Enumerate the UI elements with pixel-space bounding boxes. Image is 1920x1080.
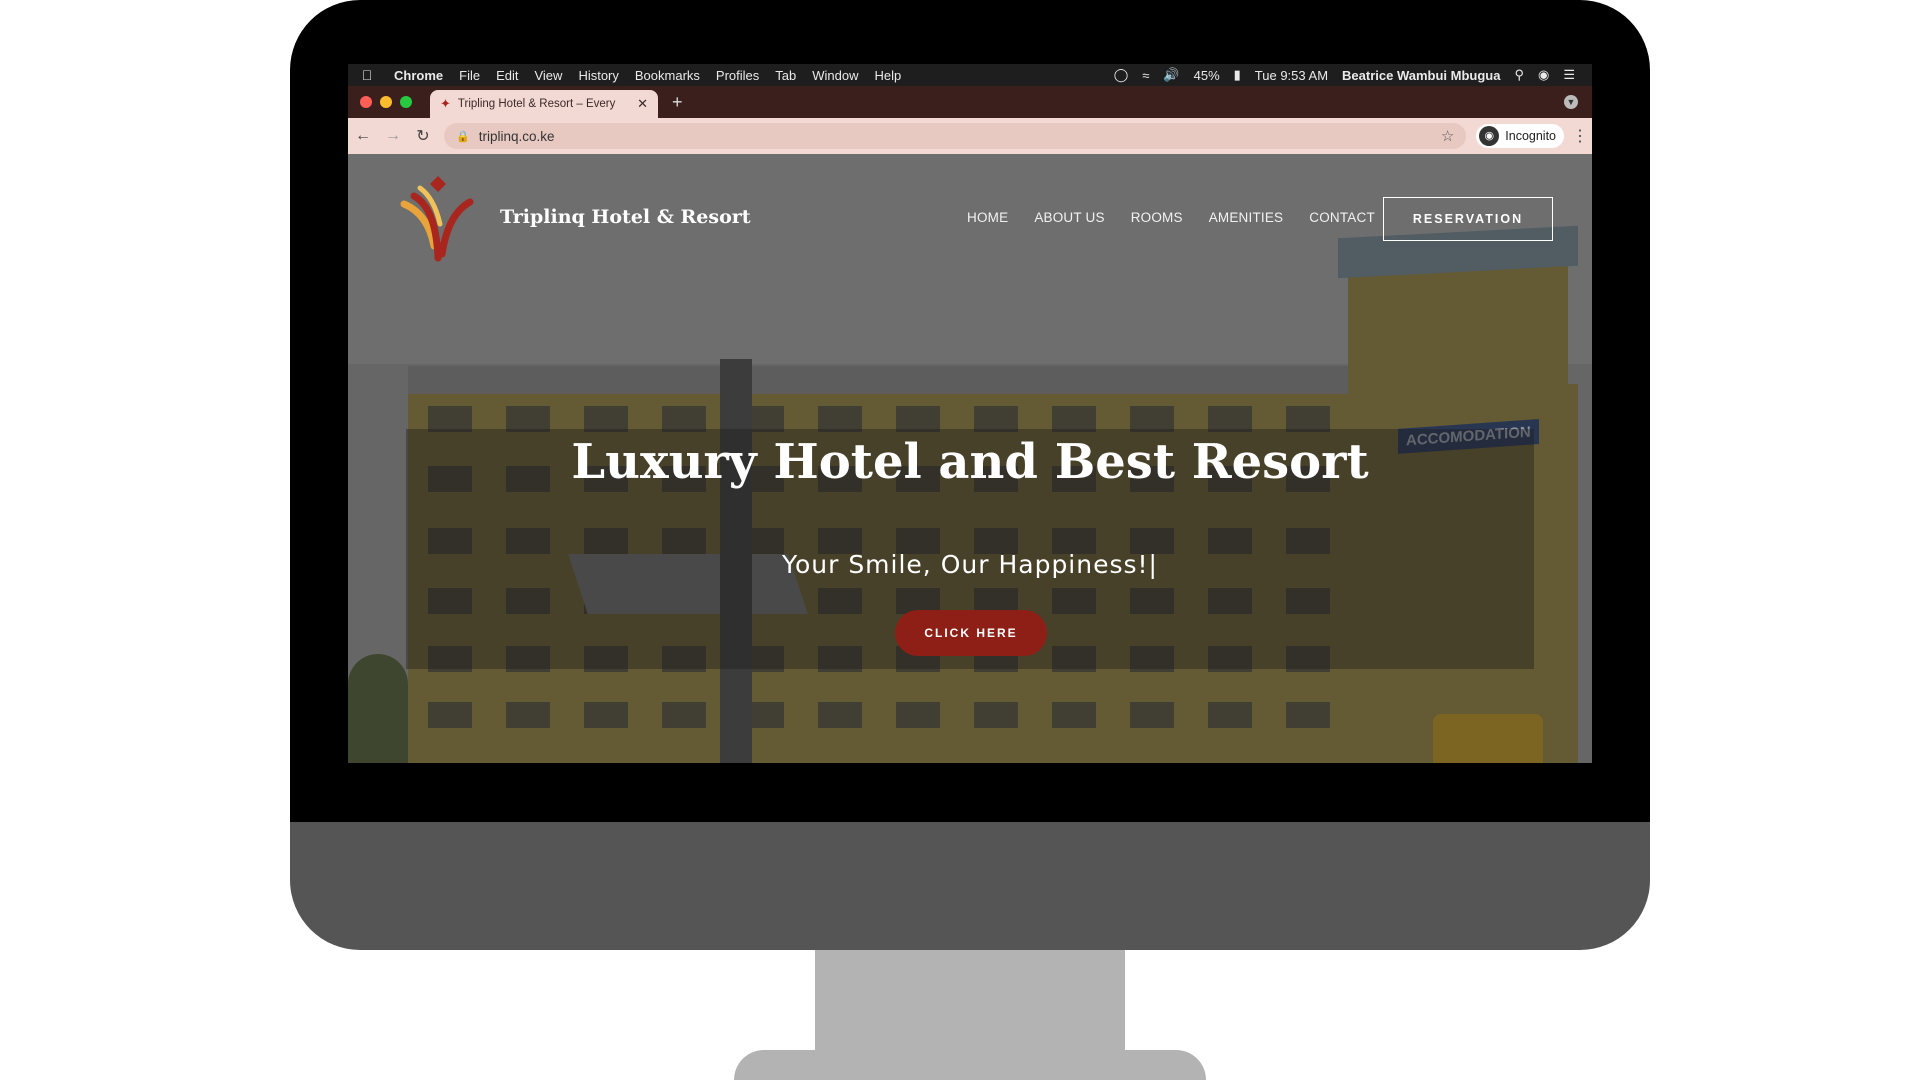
hero-subtitle: Your Smile, Our Happiness!| [782,550,1158,579]
monitor-chin [290,822,1650,950]
user-name[interactable]: Beatrice Wambui Mbugua [1335,68,1507,83]
menu-history[interactable]: History [570,68,626,83]
lock-icon[interactable]: 🔒 [456,130,470,143]
browser-menu-icon[interactable]: ⋮ [1568,126,1592,146]
screen:  Chrome File Edit View History Bookmark… [348,64,1592,763]
hotel-logo-icon[interactable] [398,174,478,264]
tab-active[interactable]: ✦ Tripling Hotel & Resort – Every ✕ [430,90,658,118]
back-button[interactable]: ← [348,127,378,145]
reservation-button[interactable]: RESERVATION [1383,197,1553,241]
menu-profiles[interactable]: Profiles [708,68,767,83]
clock[interactable]: Tue 9:53 AM [1248,68,1335,83]
close-window-button[interactable] [360,96,372,108]
control-center-icon[interactable]: ☰ [1556,67,1582,83]
tab-title: Tripling Hotel & Resort – Every [457,98,616,110]
tab-close-icon[interactable]: ✕ [637,96,648,112]
menu-bookmarks[interactable]: Bookmarks [627,68,708,83]
web-page: ACCOMODATION Triplinq Hotel & Resort HOM… [348,154,1592,763]
battery-icon[interactable]: ▮ [1227,67,1248,83]
volume-icon[interactable]: 🔊 [1156,67,1186,83]
tab-search-icon[interactable]: ▼ [1564,95,1578,109]
window-controls [348,96,424,108]
click-here-button[interactable]: CLICK HERE [895,610,1047,656]
incognito-badge[interactable]: ◉ Incognito [1476,124,1564,148]
menu-file[interactable]: File [451,68,488,83]
incognito-label: Incognito [1505,129,1556,143]
hero-title: Luxury Hotel and Best Resort [571,434,1369,490]
site-brand-name[interactable]: Triplinq Hotel & Resort [500,206,751,228]
menu-edit[interactable]: Edit [488,68,526,83]
apple-icon[interactable]:  [348,67,386,83]
menu-tab[interactable]: Tab [767,68,804,83]
nav-home[interactable]: HOME [954,210,1021,225]
menu-app-name[interactable]: Chrome [386,68,451,83]
nav-about-us[interactable]: ABOUT US [1021,210,1117,225]
zoom-window-button[interactable] [400,96,412,108]
site-nav: HOME ABOUT US ROOMS AMENITIES CONTACT [954,210,1388,225]
new-tab-button[interactable]: + [658,92,697,113]
incognito-icon: ◉ [1479,126,1500,146]
minimize-window-button[interactable] [380,96,392,108]
nav-amenities[interactable]: AMENITIES [1196,210,1297,225]
reload-button[interactable]: ↻ [408,126,438,146]
accessibility-icon[interactable]: ◯ [1107,67,1136,83]
forward-button[interactable]: → [378,127,408,145]
menu-view[interactable]: View [526,68,570,83]
site-favicon-icon: ✦ [440,96,451,111]
tab-strip: ✦ Tripling Hotel & Resort – Every ✕ + ▼ [348,86,1592,118]
siri-icon[interactable]: ◉ [1531,67,1556,83]
macos-menubar:  Chrome File Edit View History Bookmark… [348,64,1592,86]
nav-contact[interactable]: CONTACT [1296,210,1388,225]
nav-rooms[interactable]: ROOMS [1118,210,1196,225]
wifi-icon[interactable]: ≈ [1135,68,1156,83]
url-text[interactable]: triplinq.co.ke [479,129,1441,144]
browser-toolbar: ← → ↻ 🔒 triplinq.co.ke ☆ ◉ Incognito ⋮ [348,118,1592,154]
spotlight-icon[interactable]: ⚲ [1507,67,1531,83]
address-bar[interactable]: 🔒 triplinq.co.ke ☆ [444,123,1467,149]
monitor-foot [734,1050,1206,1080]
menu-help[interactable]: Help [867,68,910,83]
battery-percent[interactable]: 45% [1187,68,1227,83]
menu-window[interactable]: Window [804,68,866,83]
menubar-status-area: ◯ ≈ 🔊 45% ▮ Tue 9:53 AM Beatrice Wambui … [1107,67,1592,83]
bookmark-star-icon[interactable]: ☆ [1441,127,1454,145]
